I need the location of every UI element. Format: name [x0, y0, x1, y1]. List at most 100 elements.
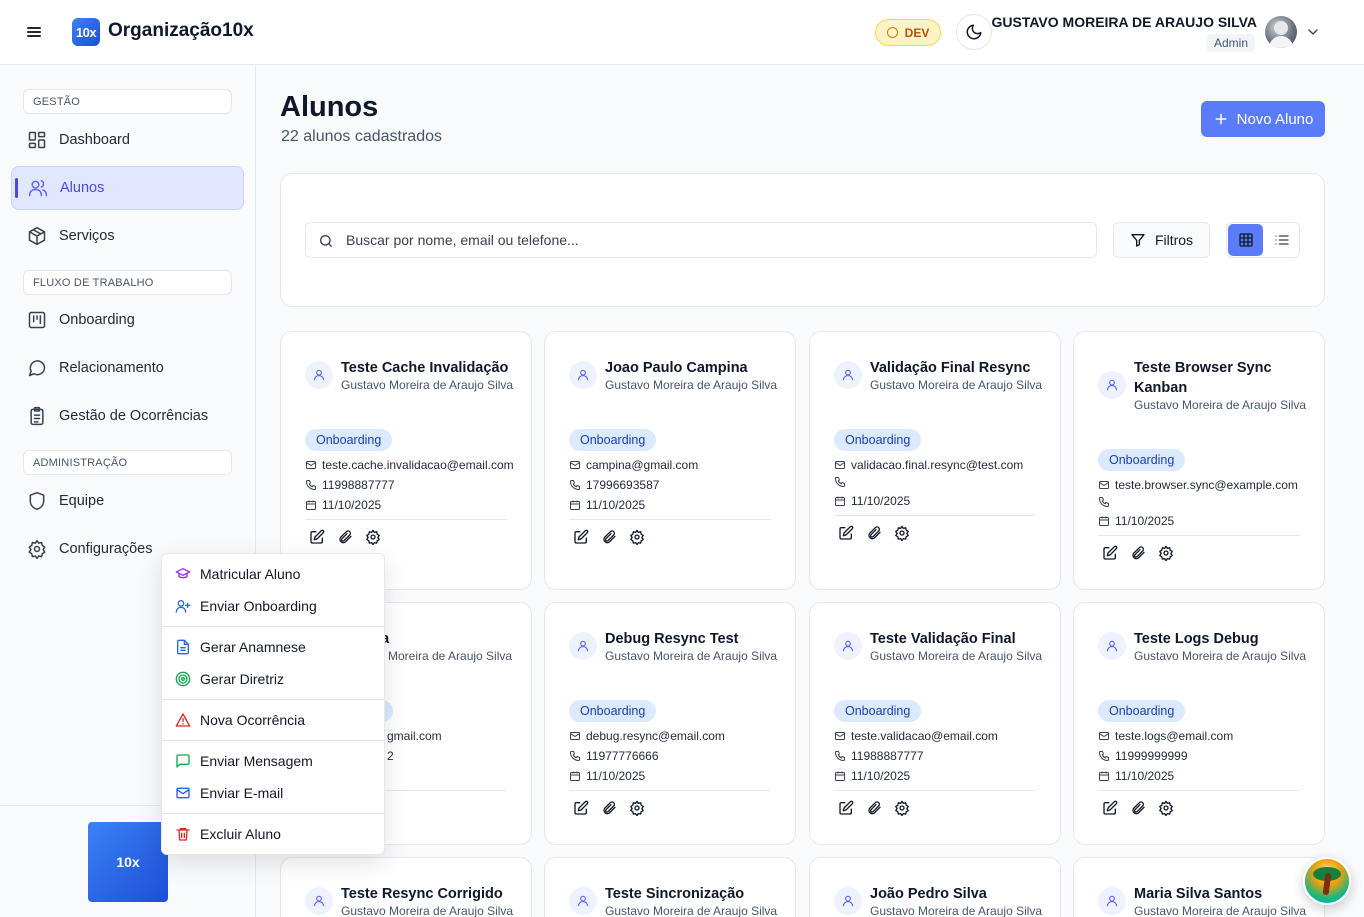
org-logo[interactable]: 10x	[72, 18, 100, 46]
student-date-row: 11/10/2025	[569, 498, 645, 512]
gear-icon[interactable]	[894, 800, 910, 816]
student-card[interactable]: Teste Sincronização Gustavo Moreira de A…	[544, 857, 796, 917]
filters-label: Filtros	[1154, 232, 1194, 248]
student-card[interactable]: Teste Browser Sync Kanban Gustavo Moreir…	[1073, 331, 1325, 590]
gear-icon[interactable]	[1158, 545, 1174, 561]
student-name: Teste Logs Debug	[1134, 631, 1259, 647]
status-badge: Onboarding	[834, 700, 922, 722]
user-icon	[834, 887, 862, 915]
paperclip-icon[interactable]	[1130, 800, 1146, 816]
paperclip-icon[interactable]	[1130, 545, 1146, 561]
student-owner: Gustavo Moreira de Araujo Silva	[341, 378, 514, 392]
sidebar-item-relacionamento[interactable]: Relacionamento	[11, 346, 244, 390]
mail-icon	[570, 732, 580, 740]
student-email-row: debug.resync@email.com	[569, 729, 725, 743]
new-student-button[interactable]: Novo Aluno	[1201, 101, 1325, 137]
student-phone-row: 11998887777	[305, 478, 395, 492]
student-name: Maria Silva Santos	[1134, 886, 1263, 902]
student-card[interactable]: Maria Silva Santos Gustavo Moreira de Ar…	[1073, 857, 1325, 917]
menu-item-matricular[interactable]: Matricular Aluno	[162, 559, 384, 589]
paperclip-icon[interactable]	[337, 529, 353, 545]
user-icon	[834, 632, 862, 660]
gear-icon	[27, 539, 47, 559]
student-phone: 17996693587	[586, 478, 660, 492]
menu-icon[interactable]	[22, 20, 46, 44]
chevron-down-icon[interactable]	[1305, 24, 1321, 40]
filters-button[interactable]: Filtros	[1113, 222, 1210, 258]
menu-item-enviar-onboarding[interactable]: Enviar Onboarding	[162, 591, 384, 621]
theme-toggle-button[interactable]	[956, 14, 992, 50]
student-email: teste.cache.invalidacao@email.com	[322, 458, 514, 472]
student-card[interactable]: Debug Resync Test Gustavo Moreira de Ara…	[544, 602, 796, 845]
gear-icon[interactable]	[629, 529, 645, 545]
menu-item-label: Excluir Aluno	[200, 826, 281, 842]
page-subtitle: 22 alunos cadastrados	[281, 128, 442, 145]
user-name[interactable]: GUSTAVO MOREIRA DE ARAUJO SILVA	[992, 14, 1258, 30]
sidebar-item-equipe[interactable]: Equipe	[11, 479, 244, 523]
student-card[interactable]: Teste Logs Debug Gustavo Moreira de Arau…	[1073, 602, 1325, 845]
student-email-row: teste.browser.sync@example.com	[1098, 478, 1298, 492]
org-name[interactable]: Organização10x	[108, 20, 254, 42]
grid-view-button[interactable]	[1228, 224, 1263, 256]
menu-item-label: Gerar Diretriz	[200, 671, 285, 687]
phone-icon	[306, 480, 316, 490]
gear-icon[interactable]	[1158, 800, 1174, 816]
sidebar-item-ocorrencias[interactable]: Gestão de Ocorrências	[11, 394, 244, 438]
edit-icon[interactable]	[838, 800, 854, 816]
paperclip-icon[interactable]	[866, 525, 882, 541]
user-icon	[1098, 371, 1126, 399]
gear-icon[interactable]	[629, 800, 645, 816]
sidebar-item-label: Gestão de Ocorrências	[59, 408, 209, 424]
edit-icon[interactable]	[1102, 800, 1118, 816]
mail-icon	[306, 461, 316, 469]
menu-item-excluir-aluno[interactable]: Excluir Aluno	[162, 819, 384, 849]
user-icon	[305, 361, 333, 389]
search-box[interactable]	[305, 222, 1097, 258]
section-label-fluxo: FLUXO DE TRABALHO	[23, 270, 232, 295]
menu-item-gerar-diretriz[interactable]: Gerar Diretriz	[162, 664, 384, 694]
student-phone-row: 11999999999	[1098, 749, 1188, 763]
menu-item-enviar-mensagem[interactable]: Enviar Mensagem	[162, 746, 384, 776]
student-owner: Gustavo Moreira de Araujo Silva	[1134, 398, 1307, 412]
student-date-row: 11/10/2025	[305, 498, 381, 512]
calendar-icon	[835, 771, 845, 781]
student-email-row: teste.logs@email.com	[1098, 729, 1233, 743]
status-badge: Onboarding	[834, 429, 922, 451]
card-divider	[305, 519, 507, 520]
paperclip-icon[interactable]	[601, 800, 617, 816]
student-card[interactable]: João Pedro Silva Gustavo Moreira de Arau…	[809, 857, 1061, 917]
sidebar-item-dashboard[interactable]: Dashboard	[11, 118, 244, 162]
list-icon	[1274, 235, 1289, 245]
paperclip-icon[interactable]	[866, 800, 882, 816]
edit-icon[interactable]	[573, 529, 589, 545]
menu-divider	[162, 813, 384, 814]
sidebar-item-alunos[interactable]: Alunos	[11, 166, 244, 210]
list-view-button[interactable]	[1264, 224, 1299, 256]
student-card[interactable]: Teste Resync Corrigido Gustavo Moreira d…	[280, 857, 532, 917]
gear-icon[interactable]	[894, 525, 910, 541]
paperclip-icon[interactable]	[601, 529, 617, 545]
menu-item-gerar-anamnese[interactable]: Gerar Anamnese	[162, 632, 384, 662]
search-input[interactable]	[346, 223, 1086, 257]
new-student-label: Novo Aluno	[1236, 110, 1314, 128]
menu-item-enviar-email[interactable]: Enviar E-mail	[162, 778, 384, 808]
assistant-bubble[interactable]	[1303, 857, 1351, 905]
menu-item-nova-ocorrencia[interactable]: Nova Ocorrência	[162, 705, 384, 735]
edit-icon[interactable]	[838, 525, 854, 541]
edit-icon[interactable]	[1102, 545, 1118, 561]
sidebar-item-onboarding[interactable]: Onboarding	[11, 298, 244, 342]
student-card[interactable]: Validação Final Resync Gustavo Moreira d…	[809, 331, 1061, 590]
student-name: Teste Sincronização	[605, 886, 745, 902]
student-name: Debug Resync Test	[605, 631, 739, 647]
edit-icon[interactable]	[309, 529, 325, 545]
gear-icon[interactable]	[365, 529, 381, 545]
moon-icon	[966, 24, 982, 40]
student-card[interactable]: Teste Validação Final Gustavo Moreira de…	[809, 602, 1061, 845]
avatar[interactable]	[1265, 16, 1297, 48]
student-card[interactable]: Teste Cache Invalidação Gustavo Moreira …	[280, 331, 532, 590]
calendar-icon	[835, 496, 845, 506]
student-date: 11/10/2025	[1115, 514, 1175, 528]
edit-icon[interactable]	[573, 800, 589, 816]
sidebar-item-servicos[interactable]: Serviços	[11, 214, 244, 258]
student-card[interactable]: Joao Paulo Campina Gustavo Moreira de Ar…	[544, 331, 796, 590]
